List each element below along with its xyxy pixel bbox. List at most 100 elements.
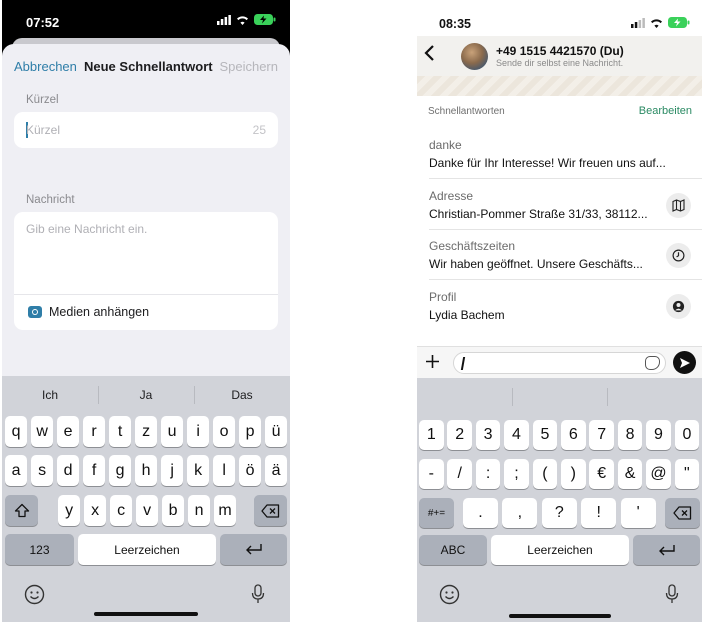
- key-z[interactable]: z: [135, 416, 158, 447]
- key-8[interactable]: 8: [617, 420, 643, 450]
- key-f[interactable]: f: [83, 455, 106, 486]
- key-ö[interactable]: ö: [239, 455, 262, 486]
- key-q[interactable]: q: [5, 416, 28, 447]
- cancel-button[interactable]: Abbrechen: [14, 59, 77, 74]
- quick-reply-item[interactable]: Adresse Christian-Pommer Straße 31/33, 38…: [417, 180, 702, 230]
- battery-charging-icon: [668, 17, 690, 28]
- letters-key[interactable]: ABC: [419, 535, 487, 565]
- key-n[interactable]: n: [188, 495, 211, 526]
- key-2[interactable]: 2: [447, 420, 472, 450]
- battery-charging-icon: [254, 14, 276, 25]
- return-icon: [658, 544, 675, 555]
- status-bar: 08:35: [417, 0, 702, 36]
- key-g[interactable]: g: [109, 455, 132, 486]
- symbols-key[interactable]: #+=: [419, 498, 454, 528]
- key-d[interactable]: d: [57, 455, 80, 486]
- key-y[interactable]: y: [58, 495, 81, 526]
- attach-button[interactable]: [425, 349, 440, 375]
- key-punctuation[interactable]: !: [581, 498, 617, 528]
- key-ü[interactable]: ü: [265, 416, 288, 447]
- key-1[interactable]: 1: [419, 420, 444, 450]
- send-button[interactable]: [673, 351, 696, 374]
- return-icon: [245, 544, 262, 555]
- key-j[interactable]: j: [161, 455, 184, 486]
- quick-reply-item[interactable]: Profil Lydia Bachem: [417, 281, 702, 331]
- key-punctuation[interactable]: ,: [502, 498, 538, 528]
- key-3[interactable]: 3: [475, 420, 501, 450]
- return-key[interactable]: [633, 535, 700, 565]
- key-symbol[interactable]: (: [532, 459, 558, 489]
- microphone-icon: [665, 584, 679, 603]
- delete-key[interactable]: [254, 495, 287, 526]
- key-punctuation[interactable]: .: [463, 498, 498, 528]
- key-m[interactable]: m: [214, 495, 237, 526]
- key-punctuation[interactable]: ': [620, 498, 656, 528]
- key-5[interactable]: 5: [532, 420, 558, 450]
- shift-key[interactable]: [5, 495, 38, 526]
- edit-button[interactable]: Bearbeiten: [639, 105, 692, 117]
- delete-key[interactable]: [665, 498, 700, 528]
- key-punctuation[interactable]: ?: [541, 498, 577, 528]
- key-9[interactable]: 9: [646, 420, 671, 450]
- key-symbol[interactable]: &: [617, 459, 643, 489]
- key-symbol[interactable]: -: [419, 459, 444, 489]
- quick-reply-item[interactable]: Geschäftszeiten Wir haben geöffnet. Unser…: [417, 230, 702, 280]
- save-button[interactable]: Speichern: [219, 59, 278, 74]
- return-key[interactable]: [220, 534, 287, 565]
- key-symbol[interactable]: ;: [504, 459, 529, 489]
- suggestion-1[interactable]: Ich: [2, 388, 98, 402]
- key-6[interactable]: 6: [561, 420, 586, 450]
- key-symbol[interactable]: /: [447, 459, 472, 489]
- attach-media-button[interactable]: Medien anhängen: [14, 294, 278, 330]
- key-4[interactable]: 4: [504, 420, 529, 450]
- dictation-button[interactable]: [246, 582, 270, 606]
- message-input[interactable]: Gib eine Nachricht ein. Medien anhängen: [14, 212, 278, 330]
- key-a[interactable]: a: [5, 455, 28, 486]
- emoji-button[interactable]: [22, 582, 46, 606]
- key-symbol[interactable]: €: [589, 459, 614, 489]
- numbers-key[interactable]: 123: [5, 534, 74, 565]
- key-symbol[interactable]: ": [674, 459, 700, 489]
- key-i[interactable]: i: [187, 416, 210, 447]
- key-symbol[interactable]: :: [475, 459, 501, 489]
- key-s[interactable]: s: [31, 455, 54, 486]
- key-v[interactable]: v: [136, 495, 159, 526]
- key-p[interactable]: p: [239, 416, 262, 447]
- home-indicator: [94, 612, 198, 616]
- key-t[interactable]: t: [109, 416, 132, 447]
- key-b[interactable]: b: [162, 495, 185, 526]
- key-w[interactable]: w: [31, 416, 54, 447]
- send-icon: [679, 357, 690, 368]
- contact-icon: [666, 293, 691, 319]
- key-r[interactable]: r: [83, 416, 106, 447]
- key-x[interactable]: x: [84, 495, 107, 526]
- contact-name[interactable]: +49 1515 4421570 (Du): [496, 44, 624, 58]
- key-e[interactable]: e: [57, 416, 80, 447]
- key-symbol[interactable]: @: [646, 459, 671, 489]
- shortcut-label: Kürzel: [26, 94, 59, 106]
- key-u[interactable]: u: [161, 416, 184, 447]
- shortcut-input[interactable]: Kürzel 25: [14, 112, 278, 148]
- avatar[interactable]: [461, 43, 488, 70]
- key-0[interactable]: 0: [674, 420, 700, 450]
- back-button[interactable]: [423, 44, 435, 66]
- key-7[interactable]: 7: [589, 420, 614, 450]
- key-h[interactable]: h: [135, 455, 158, 486]
- key-c[interactable]: c: [110, 495, 133, 526]
- key-o[interactable]: o: [213, 416, 236, 447]
- sticker-icon[interactable]: [645, 356, 660, 370]
- suggestion-2[interactable]: Ja: [98, 388, 194, 402]
- quick-reply-item[interactable]: danke Danke für Ihr Interesse! Wir freuen…: [417, 129, 702, 179]
- key-ä[interactable]: ä: [265, 455, 288, 486]
- dictation-button[interactable]: [660, 582, 684, 606]
- key-k[interactable]: k: [187, 455, 210, 486]
- chat-wallpaper: [417, 76, 702, 96]
- key-l[interactable]: l: [213, 455, 236, 486]
- key-symbol[interactable]: ): [561, 459, 586, 489]
- status-icons: [631, 17, 690, 28]
- emoji-button[interactable]: [437, 582, 461, 606]
- suggestion-3[interactable]: Das: [194, 388, 290, 402]
- space-key[interactable]: Leerzeichen: [491, 535, 629, 565]
- message-input[interactable]: [453, 352, 666, 374]
- space-key[interactable]: Leerzeichen: [78, 534, 216, 565]
